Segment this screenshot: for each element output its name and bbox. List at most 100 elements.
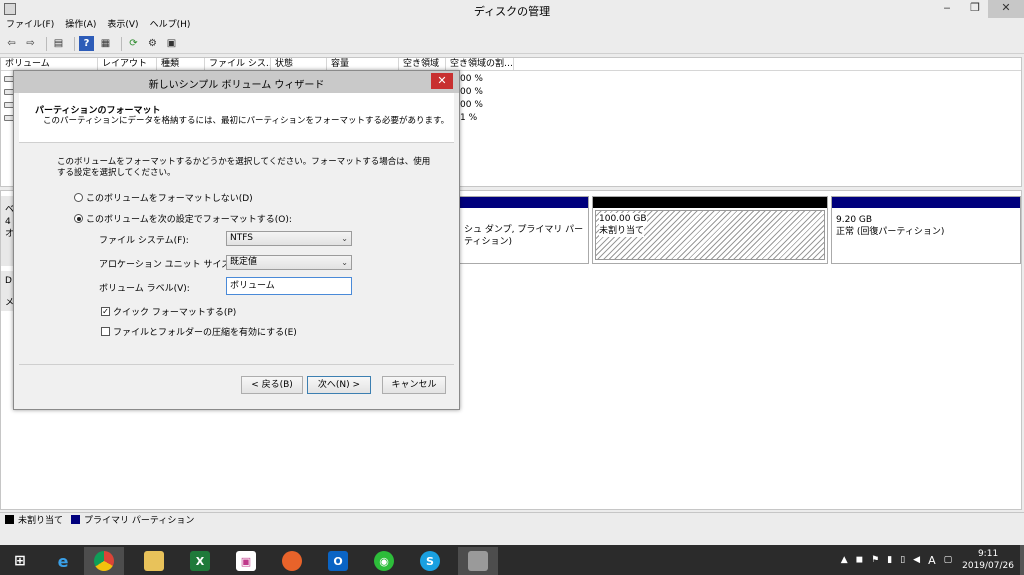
tray-network-icon[interactable]: ▮ — [887, 555, 892, 565]
firefox-icon — [282, 551, 302, 571]
clock[interactable]: 9:11 2019/07/26 — [962, 548, 1014, 572]
radio-format[interactable]: このボリュームを次の設定でフォーマットする(O): — [74, 212, 292, 225]
close-button[interactable]: ✕ — [988, 0, 1024, 18]
cancel-button[interactable]: キャンセル — [382, 376, 446, 394]
wizard-title: 新しいシンプル ボリューム ウィザード — [148, 80, 325, 91]
paint-icon: ▣ — [236, 551, 256, 571]
chevron-down-icon: ⌄ — [341, 234, 348, 243]
free-percent-value: 00 % — [460, 87, 483, 97]
radio-circle-selected[interactable] — [74, 214, 83, 223]
partition-size: 9.20 GB — [836, 215, 873, 225]
allocation-unit-select[interactable]: 既定値 ⌄ — [226, 255, 352, 270]
console-icon[interactable]: ▣ — [164, 36, 179, 51]
column-free-percent[interactable]: 空き領域の割… — [446, 58, 514, 70]
file-system-label: ファイル システム(F): — [99, 236, 189, 246]
tray-expand-icon[interactable]: ▲ — [841, 555, 848, 565]
taskbar-ie[interactable]: e — [43, 547, 83, 575]
tray-bubble-icon[interactable]: ◼ — [856, 555, 863, 565]
wizard-titlebar: 新しいシンプル ボリューム ウィザード ✕ — [14, 71, 459, 93]
taskbar-wechat[interactable]: ◉ — [364, 547, 404, 575]
taskbar-excel[interactable]: X — [180, 547, 220, 575]
restore-button[interactable]: ❐ — [962, 0, 988, 18]
taskbar-outlook[interactable]: O — [318, 547, 358, 575]
wizard-body: このボリュームをフォーマットするかどうかを選択してください。フォーマットする場合… — [19, 143, 454, 373]
wechat-icon: ◉ — [374, 551, 394, 571]
legend-label: 未割り当て — [18, 516, 64, 526]
column-capacity[interactable]: 容量 — [327, 58, 399, 70]
free-percent-value: 00 % — [460, 100, 483, 110]
legend-item-primary: プライマリ パーティション — [71, 513, 194, 526]
taskbar-disk-management[interactable] — [458, 547, 498, 575]
allocation-unit-value: 既定値 — [230, 257, 258, 267]
new-simple-volume-wizard: 新しいシンプル ボリューム ウィザード ✕ パーティションのフォーマット このパ… — [13, 70, 460, 410]
clock-time: 9:11 — [977, 549, 999, 559]
partition-status: 正常 (回復パーティション) — [836, 227, 945, 237]
disk-list-icon[interactable]: ▤ — [51, 36, 66, 51]
column-status[interactable]: 状態 — [271, 58, 327, 70]
file-explorer-icon — [144, 551, 164, 571]
menu-help[interactable]: ヘルプ(H) — [150, 18, 191, 33]
checkbox-checked[interactable]: ✓ — [101, 307, 110, 316]
file-system-select[interactable]: NTFS ⌄ — [226, 231, 352, 246]
refresh-icon[interactable]: ⟳ — [126, 36, 141, 51]
column-volume[interactable]: ボリューム — [1, 58, 98, 70]
partition-bar-unallocated — [593, 197, 827, 208]
quick-format-label: クイック フォーマットする(P) — [113, 308, 237, 318]
compression-label: ファイルとフォルダーの圧縮を有効にする(E) — [113, 328, 297, 338]
allocation-unit-label: アロケーション ユニット サイズ(A): — [99, 260, 247, 270]
tray-volume-icon[interactable]: ◀ — [913, 555, 920, 565]
next-button[interactable]: 次へ(N) > — [307, 376, 371, 394]
tray-battery-icon[interactable]: ▯ — [900, 555, 905, 565]
legend-swatch — [71, 515, 81, 524]
start-button[interactable]: ⊞ — [0, 547, 40, 575]
column-filesystem[interactable]: ファイル シス… — [205, 58, 271, 70]
internet-explorer-icon: e — [57, 551, 69, 571]
menu-action[interactable]: 操作(A) — [65, 18, 96, 33]
column-free-space[interactable]: 空き領域 — [399, 58, 446, 70]
show-desktop-button[interactable] — [1020, 545, 1024, 575]
column-layout[interactable]: レイアウト — [98, 58, 157, 70]
partition-info: シュ ダンプ, プライマリ パーティション) — [464, 225, 584, 247]
volume-label-input[interactable]: ボリューム — [226, 277, 352, 295]
partition-bar-primary — [460, 197, 588, 208]
forward-arrow-icon[interactable]: ⇨ — [23, 36, 38, 51]
taskbar-explorer[interactable] — [134, 547, 174, 575]
taskbar-paint[interactable]: ▣ — [226, 547, 266, 575]
skype-icon: S — [420, 551, 440, 571]
chrome-icon — [94, 551, 114, 571]
file-system-value: NTFS — [230, 233, 253, 243]
column-type[interactable]: 種類 — [157, 58, 205, 70]
partition-unallocated[interactable]: 100.00 GB 未割り当て — [592, 196, 828, 264]
settings-icon[interactable]: ⚙ — [145, 36, 160, 51]
tray-ime-indicator[interactable]: A — [928, 554, 936, 567]
partition-unallocated-body: 100.00 GB 未割り当て — [595, 210, 825, 260]
properties-icon[interactable]: ▦ — [98, 36, 113, 51]
help-icon[interactable]: ? — [79, 36, 94, 51]
taskbar-chrome[interactable] — [84, 547, 124, 575]
wizard-close-button[interactable]: ✕ — [431, 73, 453, 89]
minimize-button[interactable]: ‒ — [934, 0, 960, 18]
window-title: ディスクの管理 — [473, 5, 551, 18]
checkbox-unchecked[interactable] — [101, 327, 110, 336]
format-instruction: このボリュームをフォーマットするかどうかを選択してください。フォーマットする場合… — [57, 157, 431, 178]
taskbar: ⊞ e X ▣ O ◉ S ▲ ◼ ⚑ ▮ ▯ ◀ A ▢ 9:11 2019/ — [0, 545, 1024, 575]
partition-primary-dump[interactable]: シュ ダンプ, プライマリ パーティション) — [459, 196, 589, 264]
back-button[interactable]: < 戻る(B) — [241, 376, 303, 394]
system-tray: ▲ ◼ ⚑ ▮ ▯ ◀ A ▢ 9:11 2019/07/26 — [837, 545, 1024, 575]
wizard-footer: < 戻る(B) 次へ(N) > キャンセル — [19, 364, 454, 404]
tray-keyboard-icon[interactable]: ▢ — [944, 555, 953, 565]
quick-format-checkbox[interactable]: ✓ クイック フォーマットする(P) — [101, 305, 236, 318]
radio-no-format[interactable]: このボリュームをフォーマットしない(D) — [74, 191, 253, 204]
radio-format-label: このボリュームを次の設定でフォーマットする(O): — [86, 215, 292, 225]
menu-file[interactable]: ファイル(F) — [6, 18, 54, 33]
menu-view[interactable]: 表示(V) — [107, 18, 138, 33]
legend-swatch — [5, 515, 14, 524]
compression-checkbox[interactable]: ファイルとフォルダーの圧縮を有効にする(E) — [101, 325, 297, 338]
partition-recovery[interactable]: 9.20 GB 正常 (回復パーティション) — [831, 196, 1021, 264]
tray-action-center-icon[interactable]: ⚑ — [871, 555, 879, 565]
radio-circle[interactable] — [74, 193, 83, 202]
taskbar-firefox[interactable] — [272, 547, 312, 575]
wizard-header: パーティションのフォーマット このパーティションにデータを格納するには、最初にパ… — [19, 93, 454, 143]
taskbar-skype[interactable]: S — [410, 547, 450, 575]
back-arrow-icon[interactable]: ⇦ — [4, 36, 19, 51]
